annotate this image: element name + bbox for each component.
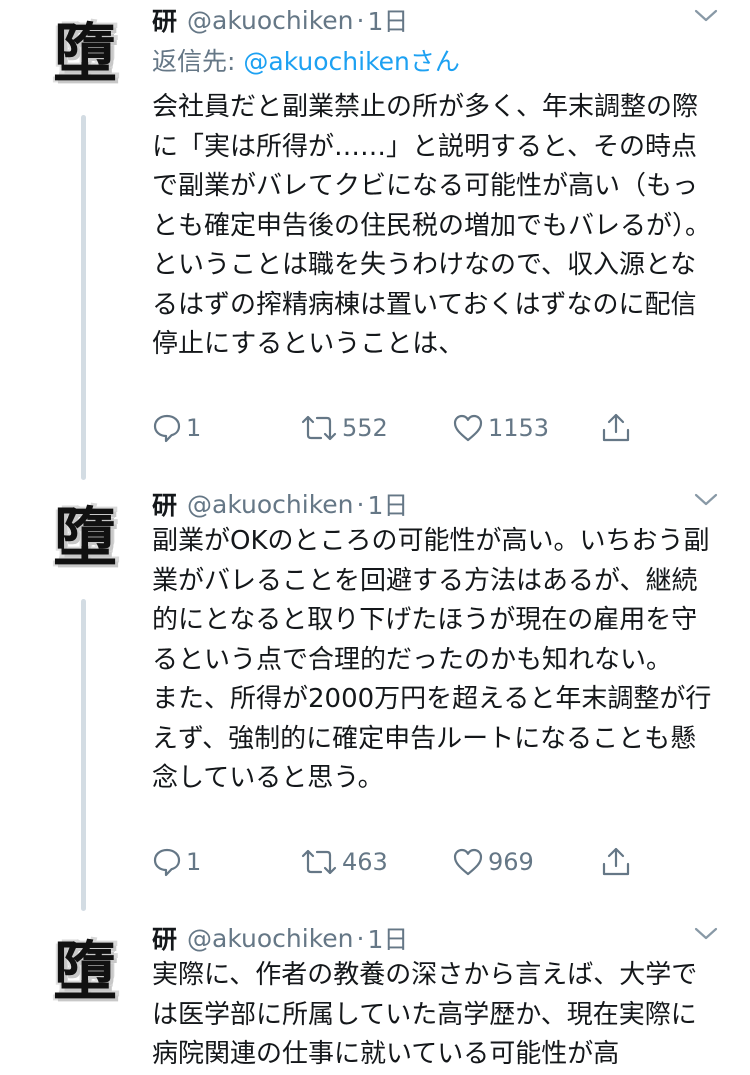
share-button[interactable]: [600, 842, 632, 882]
tweet-1[interactable]: 墮 研 @akuochiken · 1日 返信先: @akuochikenさん …: [0, 2, 750, 482]
reply-icon: [152, 413, 182, 443]
tweet-header: 研 @akuochiken · 1日: [152, 2, 408, 38]
reply-mention-link[interactable]: @akuochiken: [243, 47, 410, 76]
avatar[interactable]: 墮: [40, 494, 130, 584]
separator-dot: ·: [356, 5, 365, 35]
reply-prefix: 返信先:: [152, 47, 244, 76]
tweet-paragraph: また、所得が2000万円を超えると年末調整が行えず、強制的に確定申告ルートになる…: [152, 684, 712, 793]
tweet-text: 副業がOKのところの可能性が高い。いちおう副業がバレることを回避する方法はあるが…: [152, 522, 722, 799]
reply-suffix[interactable]: さん: [410, 47, 460, 76]
chevron-down-icon[interactable]: [694, 492, 718, 508]
chevron-down-icon[interactable]: [694, 8, 718, 24]
timestamp[interactable]: 1日: [368, 2, 409, 38]
tweet-paragraph: 会社員だと副業禁止の所が多く、年末調整の際に「実は所得が……」と説明すると、その…: [152, 92, 712, 241]
reply-count: 1: [186, 414, 202, 442]
chevron-down-icon[interactable]: [694, 926, 718, 942]
like-count: 969: [488, 848, 534, 876]
user-handle[interactable]: @akuochiken: [187, 6, 354, 35]
retweet-count: 463: [342, 848, 388, 876]
tweet-paragraph: 副業がOKのところの可能性が高い。いちおう副業がバレることを回避する方法はあるが…: [152, 526, 710, 675]
thread-line: [81, 115, 86, 480]
timestamp[interactable]: 1日: [368, 486, 409, 522]
share-button[interactable]: [600, 408, 632, 448]
tweet-paragraph: ということは職を失うわけなので、収入源となるはずの搾精病棟は置いておくはずなのに…: [152, 250, 697, 359]
user-handle[interactable]: @akuochiken: [187, 924, 354, 953]
like-button[interactable]: 1153: [452, 408, 549, 448]
avatar-glyph: 墮: [53, 17, 117, 92]
tweet-paragraph: 実際に、作者の教養の深さから言えば、大学では医学部に所属していた高学歴か、現在実…: [152, 960, 698, 1069]
retweet-button[interactable]: 552: [300, 408, 388, 448]
display-name[interactable]: 研: [152, 486, 177, 522]
avatar-glyph: 墮: [53, 935, 117, 1010]
retweet-count: 552: [342, 414, 388, 442]
like-button[interactable]: 969: [452, 842, 534, 882]
action-bar: 1 552 1153: [152, 408, 652, 448]
heart-icon: [452, 847, 484, 877]
reply-icon: [152, 847, 182, 877]
share-icon: [600, 846, 632, 878]
tweet-2[interactable]: 墮 研 @akuochiken · 1日 副業がOKのところの可能性が高い。いち…: [0, 486, 750, 912]
display-name[interactable]: 研: [152, 920, 177, 956]
avatar[interactable]: 墮: [40, 10, 130, 100]
tweet-header: 研 @akuochiken · 1日: [152, 920, 408, 956]
display-name[interactable]: 研: [152, 2, 177, 38]
reply-button[interactable]: 1: [152, 408, 201, 448]
separator-dot: ·: [356, 923, 365, 953]
heart-icon: [452, 413, 484, 443]
retweet-button[interactable]: 463: [300, 842, 388, 882]
tweet-header: 研 @akuochiken · 1日: [152, 486, 408, 522]
share-icon: [600, 412, 632, 444]
separator-dot: ·: [356, 489, 365, 519]
tweet-3[interactable]: 墮 研 @akuochiken · 1日 実際に、作者の教養の深さから言えば、大…: [0, 920, 750, 1070]
retweet-icon: [300, 413, 338, 443]
like-count: 1153: [488, 414, 550, 442]
tweet-text: 実際に、作者の教養の深さから言えば、大学では医学部に所属していた高学歴か、現在実…: [152, 956, 722, 1075]
action-bar: 1 463 969: [152, 842, 652, 882]
thread-line: [81, 599, 86, 911]
reply-context: 返信先: @akuochikenさん: [152, 42, 460, 78]
retweet-icon: [300, 847, 338, 877]
reply-count: 1: [186, 848, 202, 876]
user-handle[interactable]: @akuochiken: [187, 490, 354, 519]
avatar[interactable]: 墮: [40, 928, 130, 1018]
avatar-glyph: 墮: [53, 501, 117, 576]
tweet-text: 会社員だと副業禁止の所が多く、年末調整の際に「実は所得が……」と説明すると、その…: [152, 88, 722, 365]
reply-button[interactable]: 1: [152, 842, 201, 882]
timestamp[interactable]: 1日: [368, 920, 409, 956]
